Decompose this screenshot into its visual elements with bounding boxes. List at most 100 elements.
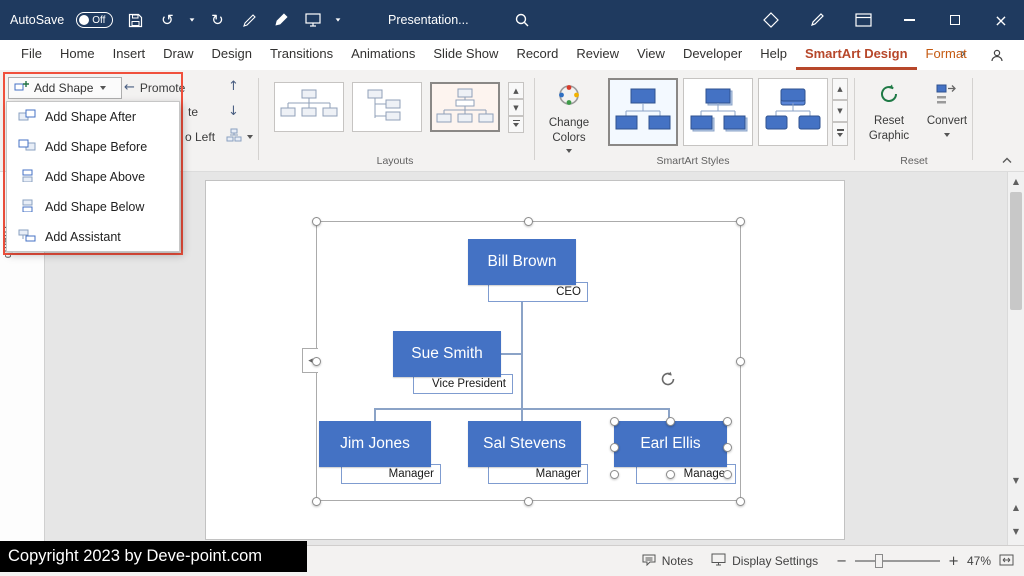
convert-button[interactable]: Convert: [918, 76, 976, 156]
menu-item-add-assistant[interactable]: Add Assistant: [7, 222, 179, 252]
notes-button[interactable]: Notes: [642, 554, 693, 569]
selection-handle[interactable]: [723, 417, 732, 426]
gem-feature-icon[interactable]: [748, 0, 794, 40]
tab-file[interactable]: File: [12, 40, 51, 70]
menu-item-add-shape-above[interactable]: Add Shape Above: [7, 162, 179, 192]
tab-view[interactable]: View: [628, 40, 674, 70]
highlighter-icon[interactable]: [271, 8, 291, 32]
layouts-scroll-down-icon[interactable]: ▼: [508, 99, 524, 116]
menu-item-add-shape-below[interactable]: Add Shape Below: [7, 192, 179, 222]
selection-handle[interactable]: [312, 497, 321, 506]
org-node-vp[interactable]: Sue Smith: [393, 331, 501, 377]
styles-more-icon[interactable]: [832, 122, 848, 146]
vertical-scrollbar[interactable]: ▲ ▼ ▲ ▼: [1007, 172, 1024, 545]
selection-handle[interactable]: [666, 470, 675, 479]
tab-overflow-chevron[interactable]: ›: [954, 40, 972, 70]
selection-handle[interactable]: [610, 443, 619, 452]
pen-feature-icon[interactable]: [794, 0, 840, 40]
reset-graphic-button[interactable]: Reset Graphic: [860, 76, 918, 156]
selection-handle[interactable]: [736, 497, 745, 506]
smartart-style-3[interactable]: [758, 78, 828, 146]
maximize-button[interactable]: [932, 0, 978, 40]
demote-button-partial[interactable]: te: [188, 105, 198, 119]
move-down-button[interactable]: ↓: [228, 104, 239, 119]
layout-options-button[interactable]: [226, 128, 253, 145]
styles-scroll-up-icon[interactable]: ▲: [832, 78, 848, 100]
tab-home[interactable]: Home: [51, 40, 104, 70]
org-node-ceo-title[interactable]: CEO: [488, 282, 588, 302]
zoom-in-icon[interactable]: +: [948, 554, 959, 569]
scrollbar-thumb[interactable]: [1010, 192, 1022, 310]
selection-handle[interactable]: [610, 470, 619, 479]
minimize-button[interactable]: [886, 0, 932, 40]
collapse-ribbon-icon[interactable]: [998, 153, 1016, 167]
org-node-manager-3-selected[interactable]: Earl Ellis: [614, 421, 727, 467]
scroll-up-icon[interactable]: ▲: [1008, 173, 1024, 190]
save-icon[interactable]: [125, 8, 145, 32]
tab-design[interactable]: Design: [203, 40, 261, 70]
rotate-handle-icon[interactable]: [658, 369, 678, 392]
tab-draw[interactable]: Draw: [154, 40, 202, 70]
add-shape-button[interactable]: Add Shape: [8, 77, 122, 99]
styles-scroll-down-icon[interactable]: ▼: [832, 100, 848, 122]
selection-handle[interactable]: [610, 417, 619, 426]
org-node-manager-1[interactable]: Jim Jones: [319, 421, 431, 467]
selection-handle[interactable]: [524, 497, 533, 506]
search-icon[interactable]: [514, 12, 530, 31]
next-slide-icon[interactable]: ▼: [1008, 523, 1024, 540]
scroll-down-icon[interactable]: ▼: [1008, 472, 1024, 489]
layouts-more-icon[interactable]: [508, 116, 524, 133]
tab-developer[interactable]: Developer: [674, 40, 751, 70]
org-node-manager-2-title[interactable]: Manager: [488, 464, 588, 484]
org-node-ceo[interactable]: Bill Brown: [468, 239, 576, 285]
selection-handle[interactable]: [736, 357, 745, 366]
undo-icon[interactable]: ↺: [157, 8, 177, 32]
selection-handle[interactable]: [312, 357, 321, 366]
tab-smartart-design[interactable]: SmartArt Design: [795, 40, 917, 70]
smartart-style-1-selected[interactable]: [608, 78, 678, 146]
fit-slide-to-window-icon[interactable]: [999, 554, 1014, 569]
layout-thumbnail-3-selected[interactable]: [430, 82, 500, 132]
menu-item-add-shape-after[interactable]: Add Shape After: [7, 102, 179, 132]
org-node-manager-1-title[interactable]: Manager: [341, 464, 441, 484]
zoom-percent[interactable]: 47%: [967, 554, 991, 568]
selection-handle[interactable]: [736, 217, 745, 226]
tab-slide-show[interactable]: Slide Show: [424, 40, 507, 70]
window-feature-icon[interactable]: [840, 0, 886, 40]
tab-record[interactable]: Record: [507, 40, 567, 70]
org-node-manager-2[interactable]: Sal Stevens: [468, 421, 581, 467]
move-up-button[interactable]: ↑: [228, 79, 239, 94]
org-node-vp-title[interactable]: Vice President: [413, 374, 513, 394]
layout-thumbnail-2[interactable]: [352, 82, 422, 132]
selection-handle[interactable]: [723, 470, 732, 479]
close-button[interactable]: ×: [978, 0, 1024, 40]
autosave-toggle[interactable]: Off: [76, 12, 114, 28]
menu-item-add-shape-before[interactable]: Add Shape Before: [7, 132, 179, 162]
undo-dropdown-icon[interactable]: [189, 18, 195, 22]
display-settings-button[interactable]: Display Settings: [711, 553, 818, 569]
zoom-slider[interactable]: [855, 554, 941, 568]
slide-canvas[interactable]: ◂ Bill Brown CEO Sue Smith Vice Presiden…: [205, 180, 845, 540]
selection-handle[interactable]: [666, 417, 675, 426]
format-painter-icon[interactable]: [239, 8, 259, 32]
selection-handle[interactable]: [524, 217, 533, 226]
tab-review[interactable]: Review: [567, 40, 628, 70]
zoom-out-icon[interactable]: −: [836, 554, 847, 569]
selection-handle[interactable]: [312, 217, 321, 226]
customize-quick-access-icon[interactable]: [335, 18, 341, 22]
tab-transitions[interactable]: Transitions: [261, 40, 342, 70]
layouts-scroll-up-icon[interactable]: ▲: [508, 82, 524, 99]
tab-insert[interactable]: Insert: [104, 40, 155, 70]
org-node-manager-3-title[interactable]: Manager: [636, 464, 736, 484]
selection-handle[interactable]: [723, 443, 732, 452]
change-colors-button[interactable]: Change Colors: [540, 76, 598, 156]
right-to-left-button-partial[interactable]: o Left: [185, 130, 215, 144]
layout-thumbnail-1[interactable]: [274, 82, 344, 132]
smartart-style-2[interactable]: [683, 78, 753, 146]
present-screen-icon[interactable]: [303, 8, 323, 32]
zoom-slider-thumb[interactable]: [875, 554, 884, 568]
share-icon[interactable]: [984, 44, 1010, 66]
redo-icon[interactable]: ↻: [207, 8, 227, 32]
previous-slide-icon[interactable]: ▲: [1008, 499, 1024, 516]
tab-animations[interactable]: Animations: [342, 40, 424, 70]
